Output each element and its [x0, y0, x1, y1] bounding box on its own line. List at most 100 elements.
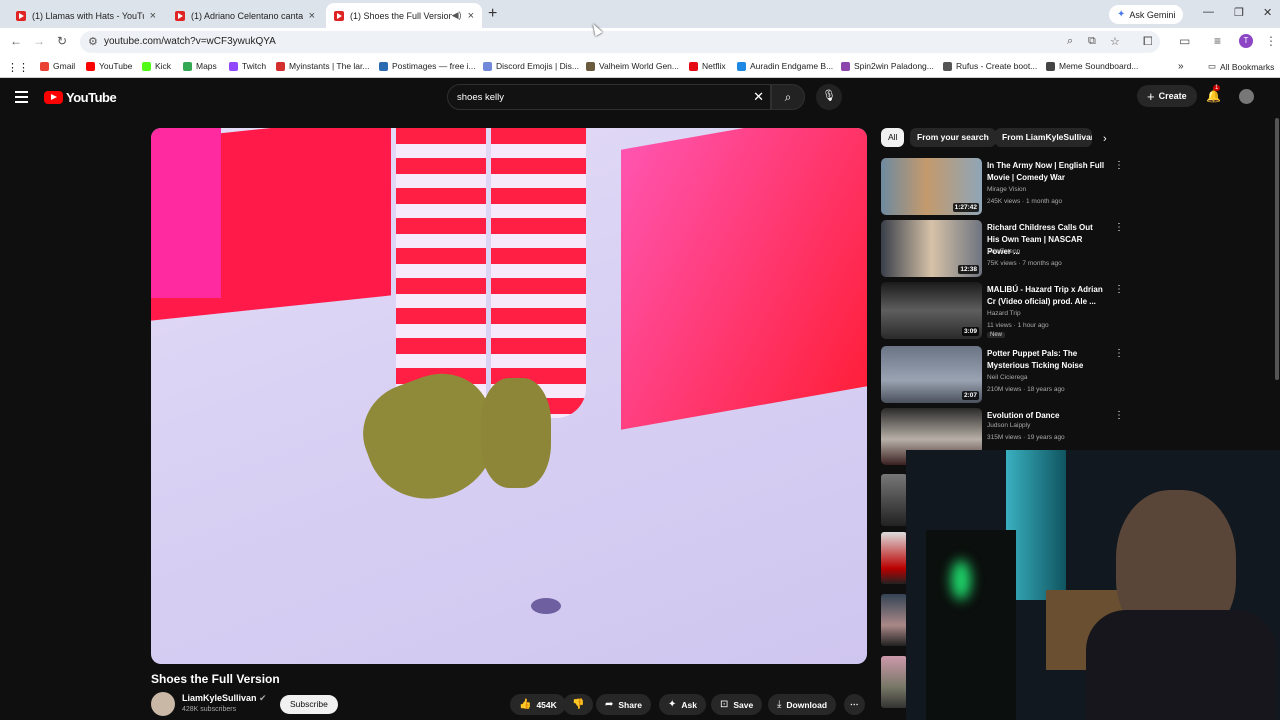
discord-emojis-icon	[483, 61, 492, 71]
new-tab-button[interactable]: +	[488, 5, 497, 23]
ask-button[interactable]: ✦ Ask	[659, 694, 706, 715]
more-vertical-icon[interactable]: ⋮	[1114, 410, 1124, 421]
ask-label: Ask	[681, 699, 697, 710]
chip-all[interactable]: All	[881, 128, 905, 147]
voice-search-button[interactable]: 🎙	[816, 84, 842, 110]
video-frame-ground-spot	[531, 598, 561, 614]
recommendation-title[interactable]: Evolution of Dance	[987, 410, 1107, 422]
site-info-icon[interactable]: ⚙	[88, 35, 98, 48]
forward-arrow-icon[interactable]: →	[33, 34, 45, 48]
chip-from-your-search[interactable]: From your search	[910, 128, 996, 147]
video-thumbnail[interactable]	[881, 532, 907, 584]
menu-kebab-icon[interactable]: ⋮	[1265, 34, 1277, 48]
recommendation-item[interactable]: 1:27:42 In The Army Now | English Full M…	[881, 158, 1131, 216]
reload-icon[interactable]: ↻	[57, 34, 67, 48]
browser-tab[interactable]: (1) Llamas with Hats - YouTube ×	[8, 3, 164, 28]
close-tab-icon[interactable]: ×	[468, 10, 474, 22]
audio-playing-icon[interactable]: ◀)	[452, 10, 462, 21]
video-thumbnail[interactable]	[881, 656, 907, 708]
dislike-button[interactable]: 👎	[563, 694, 594, 715]
video-player[interactable]	[151, 128, 867, 664]
extensions-icon[interactable]: ⧠	[1143, 34, 1153, 49]
clear-search-icon[interactable]: ✕	[753, 89, 764, 105]
bookmark-twitch[interactable]: Twitch	[229, 61, 266, 71]
download-button[interactable]: ⤓ Download	[768, 694, 837, 715]
close-tab-icon[interactable]: ×	[150, 10, 156, 22]
profile-avatar-icon[interactable]: T	[1239, 34, 1253, 48]
subscribe-button[interactable]: Subscribe	[280, 695, 338, 714]
page-scrollbar[interactable]	[1275, 118, 1279, 380]
bookmark-discord-emojis[interactable]: Discord Emojis | Dis...	[483, 61, 579, 71]
bookmark-meme-soundboard[interactable]: Meme Soundboard...	[1046, 61, 1138, 71]
video-thumbnail[interactable]: 2:07	[881, 346, 982, 403]
recommendation-title[interactable]: In The Army Now | English Full Movie | C…	[987, 160, 1107, 184]
search-button[interactable]: ⌕	[771, 84, 805, 110]
media-controls-icon[interactable]: ≡	[1214, 34, 1221, 48]
hamburger-menu-icon[interactable]	[15, 91, 28, 106]
bookmark-valheim[interactable]: Valheim World Gen...	[586, 61, 679, 71]
close-tab-icon[interactable]: ×	[309, 10, 315, 22]
restore-icon[interactable]: ❐	[1234, 6, 1244, 19]
recommendation-channel[interactable]: Judson Laipply	[987, 422, 1030, 429]
bookmark-maps[interactable]: Maps	[183, 61, 217, 71]
share-button[interactable]: ➦ Share	[596, 694, 652, 715]
chip-from-channel[interactable]: From LiamKyleSullivan	[995, 128, 1092, 147]
more-bookmarks-chevron-icon[interactable]: »	[1178, 61, 1184, 72]
more-vertical-icon[interactable]: ⋮	[1114, 284, 1124, 295]
like-button[interactable]: 👍 454K	[510, 694, 566, 715]
back-arrow-icon[interactable]: ←	[10, 34, 22, 48]
zoom-icon[interactable]: ⌕	[1067, 35, 1073, 48]
recommendation-channel[interactable]: Hazard Trip	[987, 310, 1021, 317]
chevron-right-icon[interactable]: ›	[1103, 133, 1107, 145]
bookmark-myinstants[interactable]: Myinstants | The lar...	[276, 61, 369, 71]
user-avatar[interactable]	[1239, 89, 1254, 104]
more-actions-button[interactable]: ⋯	[844, 694, 865, 715]
browser-tab-active[interactable]: (1) Shoes the Full Version ◀) ×	[326, 3, 482, 28]
bookmark-auradin[interactable]: Auradin Endgame B...	[737, 61, 833, 71]
more-vertical-icon[interactable]: ⋮	[1114, 348, 1124, 359]
recommendation-channel[interactable]: Eric Estepp	[987, 248, 1020, 255]
bookmark-youtube[interactable]: YouTube	[86, 61, 132, 71]
bookmark-gmail[interactable]: Gmail	[40, 61, 75, 71]
video-thumbnail[interactable]	[881, 594, 907, 646]
channel-avatar[interactable]	[151, 692, 175, 716]
channel-name[interactable]: LiamKyleSullivan ✔	[182, 693, 267, 704]
ask-gemini-button[interactable]: ✦ Ask Gemini	[1109, 5, 1184, 24]
bookmark-kick[interactable]: Kick	[142, 61, 171, 71]
browser-tab[interactable]: (1) Adriano Celentano canta "P ×	[167, 3, 323, 28]
address-bar[interactable]: ⚙ youtube.com/watch?v=wCF3ywukQYA ⌕ ⧉ ☆	[80, 31, 1160, 53]
video-thumbnail[interactable]: 12:38	[881, 220, 982, 277]
recommendation-channel[interactable]: Mirage Vision	[987, 186, 1026, 193]
create-button[interactable]: + Create	[1137, 85, 1197, 107]
bookmark-rufus[interactable]: Rufus - Create boot...	[943, 61, 1037, 71]
bookmark-spin2win[interactable]: Spin2win Paladong...	[841, 61, 934, 71]
sidebar-icon[interactable]: ▭	[1179, 34, 1190, 48]
minimize-icon[interactable]: —	[1203, 6, 1214, 18]
youtube-logo[interactable]: YouTube	[44, 90, 117, 105]
recommendation-item[interactable]: 3:09 MALIBÚ - Hazard Trip x Adrian Cr (V…	[881, 282, 1131, 340]
webcam-pc-case	[926, 530, 1016, 720]
recommendation-title[interactable]: MALIBÚ - Hazard Trip x Adrian Cr (Video …	[987, 284, 1107, 308]
all-bookmarks-folder[interactable]: ▭ All Bookmarks	[1208, 61, 1274, 72]
video-thumbnail[interactable]: 3:09	[881, 282, 982, 339]
bookmark-label: YouTube	[99, 61, 133, 71]
bookmark-star-icon[interactable]: ☆	[1110, 35, 1120, 48]
install-app-icon[interactable]: ⧉	[1088, 35, 1096, 48]
notifications-bell-icon[interactable]: 🔔 1	[1206, 85, 1221, 103]
bookmark-netflix[interactable]: Netflix	[689, 61, 726, 71]
recommendation-meta: 210M views · 18 years ago	[987, 386, 1065, 393]
recommendation-title[interactable]: Potter Puppet Pals: The Mysterious Ticki…	[987, 348, 1107, 372]
apps-grid-icon[interactable]: ⋮⋮	[7, 61, 29, 74]
search-input[interactable]: shoes kelly ✕	[447, 84, 771, 110]
recommendation-channel[interactable]: Neil Cicierega	[987, 374, 1027, 381]
recommendation-item[interactable]: 12:38 Richard Childress Calls Out His Ow…	[881, 220, 1131, 278]
recommendation-item[interactable]: 2:07 Potter Puppet Pals: The Mysterious …	[881, 346, 1131, 404]
save-button[interactable]: ⊡ Save	[711, 694, 763, 715]
video-thumbnail[interactable]	[881, 474, 907, 526]
more-vertical-icon[interactable]: ⋮	[1114, 222, 1124, 233]
bookmark-postimages[interactable]: Postimages — free i...	[379, 61, 476, 71]
close-window-icon[interactable]: ✕	[1263, 6, 1272, 19]
video-thumbnail[interactable]: 1:27:42	[881, 158, 982, 215]
folder-icon: ▭	[1208, 61, 1217, 71]
more-vertical-icon[interactable]: ⋮	[1114, 160, 1124, 171]
